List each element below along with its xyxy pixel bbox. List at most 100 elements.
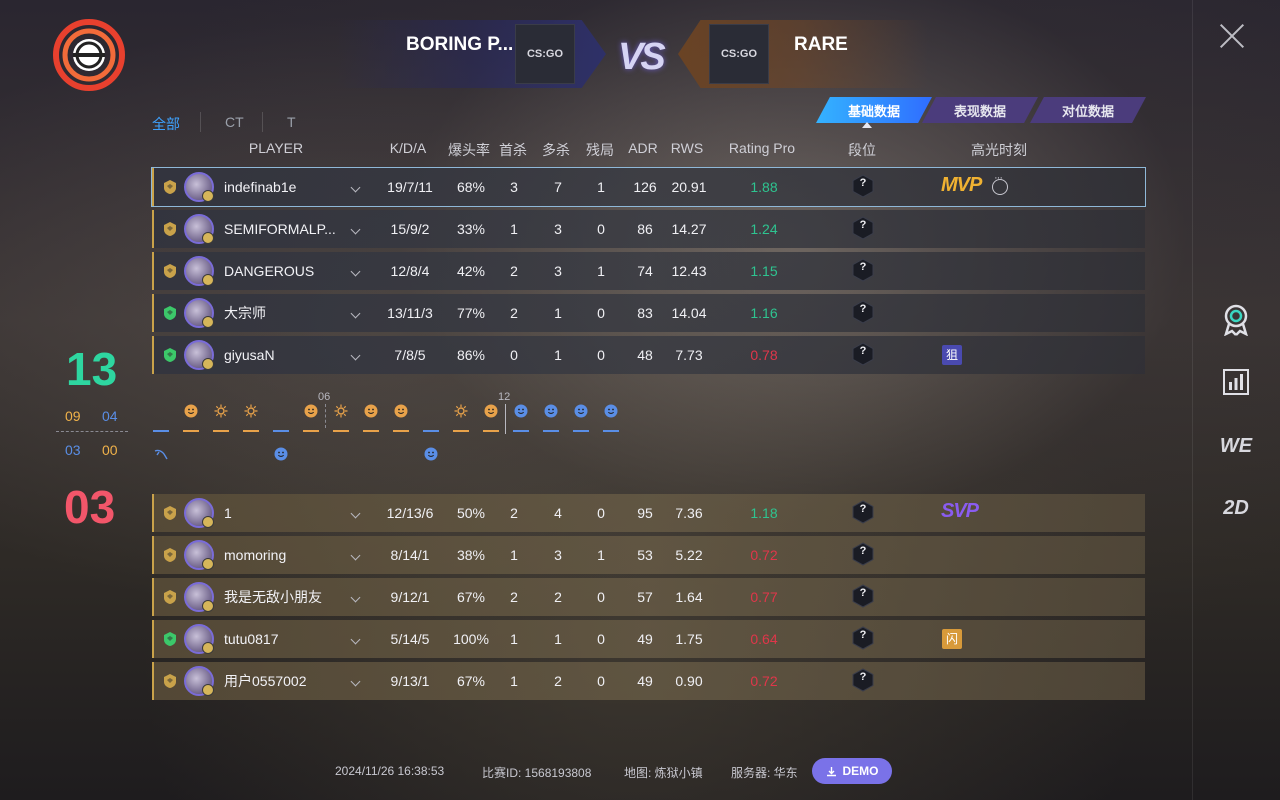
stat-fk: 2 [510, 305, 518, 321]
player-name[interactable]: 大宗师 [224, 294, 340, 332]
rank-shield-icon [162, 589, 178, 605]
rank-badge[interactable]: ? [852, 500, 874, 524]
stat-mk: 2 [554, 589, 562, 605]
player-name[interactable]: momoring [224, 536, 340, 574]
player-row[interactable]: 大宗师 13/11/3 77% 2 1 0 83 14.04 1.16? [152, 294, 1145, 332]
round-result[interactable] [363, 430, 379, 432]
rank-badge[interactable]: ? [852, 542, 874, 566]
elimination-icon [514, 404, 530, 420]
round-result[interactable] [153, 430, 169, 432]
team-bottom-half1: 03 [65, 442, 81, 458]
player-row[interactable]: 我是无敌小朋友 9/12/1 67% 2 2 0 57 1.64 0.77? [152, 578, 1145, 616]
player-name[interactable]: 1 [224, 494, 340, 532]
player-row[interactable]: giyusaN 7/8/5 86% 0 1 0 48 7.73 0.78? 狙 [152, 336, 1145, 374]
round-result[interactable] [183, 430, 199, 432]
halftime-line [505, 404, 506, 434]
chevron-down-icon[interactable] [350, 224, 361, 235]
stat-kda: 7/8/5 [394, 347, 426, 363]
col-kda: K/D/A [389, 140, 427, 156]
stat-hs: 86% [456, 347, 486, 363]
round-marker-12: 12 [498, 391, 511, 403]
chevron-down-icon[interactable] [350, 592, 361, 603]
player-name[interactable]: giyusaN [224, 336, 340, 374]
player-row[interactable]: indefinab1e 19/7/11 68% 3 7 1 126 20.91 1.88? MVP [151, 167, 1146, 207]
side-tab-all[interactable]: 全部 [152, 114, 180, 134]
stat-cl: 0 [597, 589, 605, 605]
more-icon[interactable] [992, 172, 1008, 195]
side-tab-t[interactable]: T [287, 114, 296, 130]
chevron-down-icon[interactable] [350, 508, 361, 519]
we-button[interactable]: WE [1216, 428, 1256, 464]
round-result[interactable] [543, 430, 559, 432]
tab-performance-data[interactable]: 表现数据 [922, 97, 1038, 123]
chevron-down-icon[interactable] [350, 676, 361, 687]
player-row[interactable]: 用户0557002 9/13/1 67% 1 2 0 49 0.90 0.72? [152, 662, 1145, 700]
stats-chart-icon[interactable] [1216, 364, 1256, 400]
chevron-down-icon[interactable] [350, 308, 361, 319]
player-name[interactable]: SEMIFORMALP... [224, 210, 340, 248]
round-result[interactable] [423, 430, 439, 432]
highlight-tag[interactable]: 闪 [942, 629, 962, 649]
round-result[interactable] [213, 430, 229, 432]
award-icon[interactable] [1216, 302, 1256, 338]
player-name[interactable]: tutu0817 [224, 620, 340, 658]
round-marker-06: 06 [318, 391, 331, 403]
stat-adr: 53 [637, 547, 653, 563]
team-top-score: 13 [66, 343, 118, 395]
rank-badge[interactable]: ? [852, 300, 874, 324]
round-result[interactable] [393, 430, 409, 432]
chevron-down-icon[interactable] [350, 350, 361, 361]
chevron-down-icon[interactable] [350, 550, 361, 561]
chevron-down-icon[interactable] [350, 634, 361, 645]
stat-cl: 0 [597, 305, 605, 321]
player-name[interactable]: 用户0557002 [224, 662, 340, 700]
col-clutch: 残局 [586, 142, 614, 158]
side-tab-ct[interactable]: CT [225, 114, 244, 130]
round-result[interactable] [333, 430, 349, 432]
round-result[interactable] [273, 430, 289, 432]
col-rating: Rating Pro [728, 140, 796, 156]
stat-hs: 68% [456, 179, 486, 195]
chevron-down-icon[interactable] [350, 182, 361, 193]
rank-badge[interactable]: ? [852, 174, 874, 198]
round-result[interactable] [483, 430, 499, 432]
avatar-badge-icon [202, 600, 214, 612]
player-row[interactable]: SEMIFORMALP... 15/9/2 33% 1 3 0 86 14.27 1.24? [152, 210, 1145, 248]
player-name[interactable]: 我是无敌小朋友 [224, 578, 340, 616]
chevron-down-icon[interactable] [350, 266, 361, 277]
stat-fk: 2 [510, 505, 518, 521]
rank-badge[interactable]: ? [852, 668, 874, 692]
rank-badge[interactable]: ? [852, 626, 874, 650]
side-divider [200, 112, 201, 132]
round-result[interactable] [303, 430, 319, 432]
stat-kda: 12/8/4 [390, 263, 430, 279]
round-result[interactable] [573, 430, 589, 432]
highlight-tag[interactable]: 狙 [942, 345, 962, 365]
rank-badge[interactable]: ? [852, 258, 874, 282]
round-result[interactable] [603, 430, 619, 432]
bomb-defuse-icon [454, 404, 470, 420]
tab-basic-data[interactable]: 基础数据 [816, 97, 932, 123]
round-result[interactable] [453, 430, 469, 432]
avatar-badge-icon [202, 190, 214, 202]
player-row[interactable]: 1 12/13/6 50% 2 4 0 95 7.36 1.18? SVP [152, 494, 1145, 532]
2d-replay-button[interactable]: 2D [1216, 490, 1256, 526]
rank-badge[interactable]: ? [852, 584, 874, 608]
demo-download-button[interactable]: DEMO [812, 758, 892, 784]
right-rail-divider [1192, 0, 1193, 800]
round-result[interactable] [243, 430, 259, 432]
player-row[interactable]: momoring 8/14/1 38% 1 3 1 53 5.22 0.72? [152, 536, 1145, 574]
tab-matchup-data[interactable]: 对位数据 [1030, 97, 1146, 123]
close-button[interactable] [1218, 22, 1246, 50]
player-row[interactable]: tutu0817 5/14/5 100% 1 1 0 49 1.75 0.64? 闪 [152, 620, 1145, 658]
team-top-half1: 09 [65, 408, 81, 424]
player-name[interactable]: DANGEROUS [224, 252, 340, 290]
stat-rws: 14.04 [671, 305, 707, 321]
rank-badge[interactable]: ? [852, 342, 874, 366]
col-multi-kill: 多杀 [542, 142, 570, 158]
round-result[interactable] [513, 430, 529, 432]
player-row[interactable]: DANGEROUS 12/8/4 42% 2 3 1 74 12.43 1.15? [152, 252, 1145, 290]
player-name[interactable]: indefinab1e [224, 168, 340, 206]
stat-kda: 13/11/3 [387, 305, 433, 321]
rank-badge[interactable]: ? [852, 216, 874, 240]
